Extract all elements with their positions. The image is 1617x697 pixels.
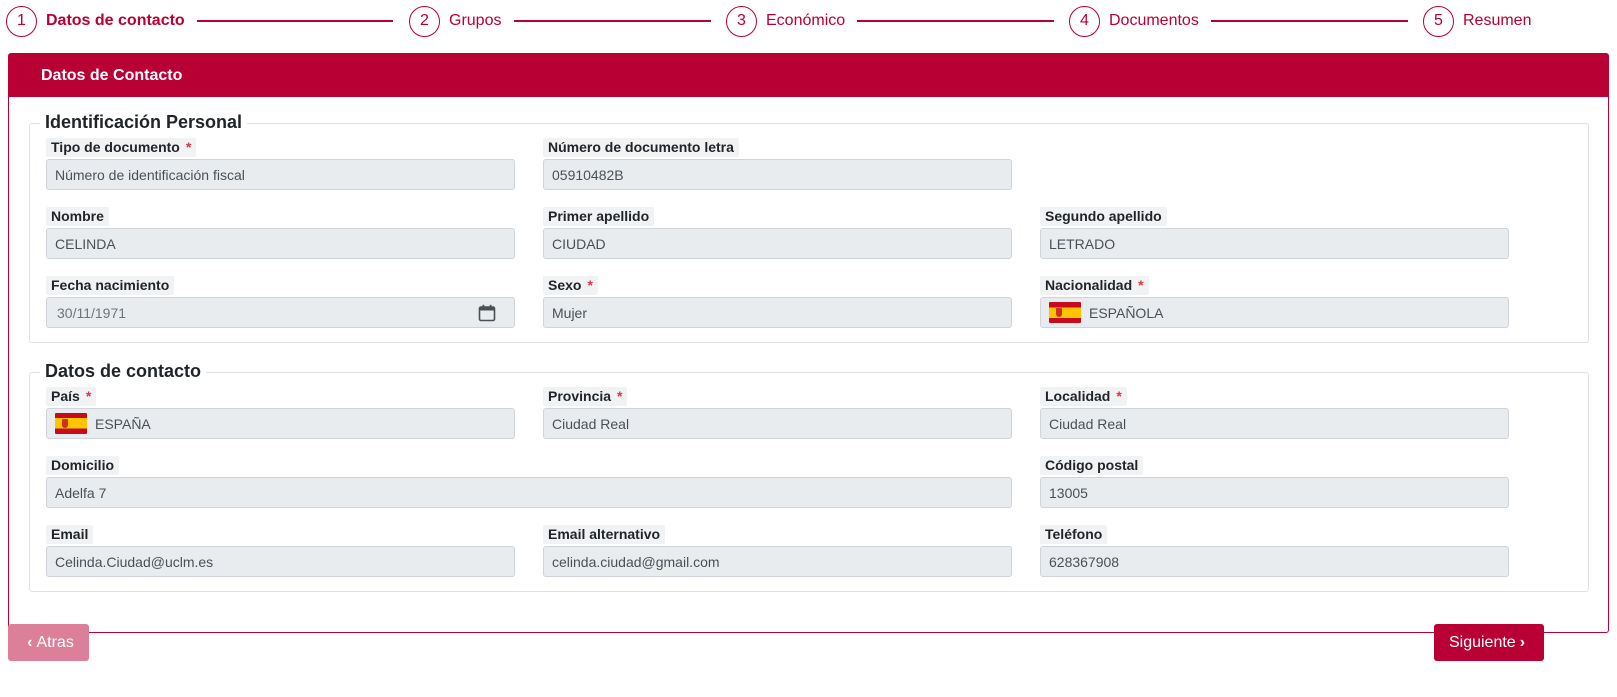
sex-field: Sexo * Mujer <box>543 276 1012 332</box>
chevron-left-icon: ‹ <box>27 633 33 651</box>
step-label: Económico <box>766 12 846 29</box>
section-title: Datos de contacto <box>40 360 207 382</box>
country-field: País * ESPAÑA <box>46 387 515 443</box>
birth-date-input[interactable]: 30/11/1971 <box>46 297 515 328</box>
required-marker: * <box>85 388 92 404</box>
postal-code-input[interactable]: 13005 <box>1040 477 1509 508</box>
field-label: Provincia <box>548 388 612 404</box>
card-title: Datos de Contacto <box>9 54 1608 97</box>
province-select[interactable]: Ciudad Real <box>543 408 1012 439</box>
address-field: Domicilio Adelfa 7 <box>46 456 1012 512</box>
field-label: Primer apellido <box>543 207 655 226</box>
field-label: Tipo de documento <box>51 139 180 155</box>
step-label: Datos de contacto <box>46 12 185 29</box>
section-title: Identificación Personal <box>40 111 248 133</box>
sex-select[interactable]: Mujer <box>543 297 1012 328</box>
birth-date-field: Fecha nacimiento 30/11/1971 <box>46 276 515 332</box>
chevron-right-icon: › <box>1519 633 1526 651</box>
step-number: 2 <box>409 5 440 37</box>
stepper-connector <box>514 20 711 22</box>
required-marker: * <box>185 139 192 155</box>
email-field: Email Celinda.Ciudad@uclm.es <box>46 525 515 581</box>
stepper-connector <box>857 20 1054 22</box>
next-button[interactable]: Siguiente › <box>1434 624 1544 661</box>
step-number: 4 <box>1069 5 1100 37</box>
field-label: Segundo apellido <box>1040 207 1167 226</box>
address-input[interactable]: Adelfa 7 <box>46 477 1012 508</box>
required-marker: * <box>1138 277 1144 293</box>
first-surname-input[interactable]: CIUDAD <box>543 228 1012 259</box>
document-number-field: Número de documento letra 05910482B <box>543 138 1012 194</box>
calendar-icon[interactable] <box>478 304 496 322</box>
field-label: Email <box>46 525 94 544</box>
phone-field: Teléfono 628367908 <box>1040 525 1509 581</box>
personal-identification-section: Identificación Personal Tipo de document… <box>29 111 1589 343</box>
birth-date-value: 30/11/1971 <box>57 304 127 321</box>
required-marker: * <box>617 388 623 404</box>
province-field: Provincia * Ciudad Real <box>543 387 1012 443</box>
step-grupos[interactable]: 2 Grupos <box>409 5 501 37</box>
nationality-select[interactable]: ESPAÑOLA <box>1040 297 1509 328</box>
first-surname-field: Primer apellido CIUDAD <box>543 207 1012 263</box>
spain-flag-icon <box>55 413 87 434</box>
first-name-field: Nombre CELINDA <box>46 207 515 263</box>
document-type-field: Tipo de documento * Número de identificac… <box>46 138 515 194</box>
field-label: País <box>51 388 80 404</box>
country-select[interactable]: ESPAÑA <box>46 408 515 439</box>
step-datos-de-contacto[interactable]: 1 Datos de contacto <box>6 5 185 37</box>
second-surname-input[interactable]: LETRADO <box>1040 228 1509 259</box>
field-label: Nombre <box>46 207 109 226</box>
step-label: Documentos <box>1109 12 1199 29</box>
field-label: Fecha nacimiento <box>46 276 175 295</box>
second-surname-field: Segundo apellido LETRADO <box>1040 207 1509 263</box>
step-documentos[interactable]: 4 Documentos <box>1069 5 1199 37</box>
field-label: Código postal <box>1040 456 1144 475</box>
postal-code-field: Código postal 13005 <box>1040 456 1509 512</box>
contact-details-section: Datos de contacto País * ESPAÑA Provincia… <box>29 360 1589 592</box>
field-label: Nacionalidad <box>1045 277 1133 293</box>
first-name-input[interactable]: CELINDA <box>46 228 515 259</box>
country-value: ESPAÑA <box>95 415 151 432</box>
step-number: 5 <box>1423 5 1454 37</box>
back-button-label: Atras <box>36 633 74 651</box>
required-marker: * <box>1116 388 1122 404</box>
next-button-label: Siguiente <box>1448 633 1516 651</box>
contact-data-card: Datos de Contacto Identificación Persona… <box>8 53 1609 633</box>
field-label: Sexo <box>548 277 582 293</box>
nationality-field: Nacionalidad * ESPAÑOLA <box>1040 276 1509 332</box>
step-resumen[interactable]: 5 Resumen <box>1423 5 1531 37</box>
wizard-stepper: 1 Datos de contacto 2 Grupos 3 Económico… <box>0 0 1617 42</box>
field-label: Domicilio <box>46 456 120 475</box>
spain-flag-icon <box>1049 302 1081 323</box>
stepper-connector <box>1211 20 1408 22</box>
required-marker: * <box>587 277 593 293</box>
step-economico[interactable]: 3 Económico <box>726 5 845 37</box>
document-number-input[interactable]: 05910482B <box>543 159 1012 190</box>
nationality-value: ESPAÑOLA <box>1089 304 1164 321</box>
field-label: Email alternativo <box>543 525 666 544</box>
stepper-connector <box>197 20 393 22</box>
locality-select[interactable]: Ciudad Real <box>1040 408 1509 439</box>
phone-input[interactable]: 628367908 <box>1040 546 1509 577</box>
step-label: Resumen <box>1463 12 1532 29</box>
step-number: 1 <box>6 5 37 37</box>
step-label: Grupos <box>449 12 502 29</box>
document-type-select[interactable]: Número de identificación fiscal <box>46 159 515 190</box>
email-input[interactable]: Celinda.Ciudad@uclm.es <box>46 546 515 577</box>
field-label: Localidad <box>1045 388 1111 404</box>
alt-email-input[interactable]: celinda.ciudad@gmail.com <box>543 546 1012 577</box>
field-label: Teléfono <box>1040 525 1108 544</box>
alt-email-field: Email alternativo celinda.ciudad@gmail.c… <box>543 525 1012 581</box>
field-label: Número de documento letra <box>543 138 739 157</box>
step-number: 3 <box>726 5 757 37</box>
locality-field: Localidad * Ciudad Real <box>1040 387 1509 443</box>
back-button[interactable]: ‹ Atras <box>8 624 89 661</box>
